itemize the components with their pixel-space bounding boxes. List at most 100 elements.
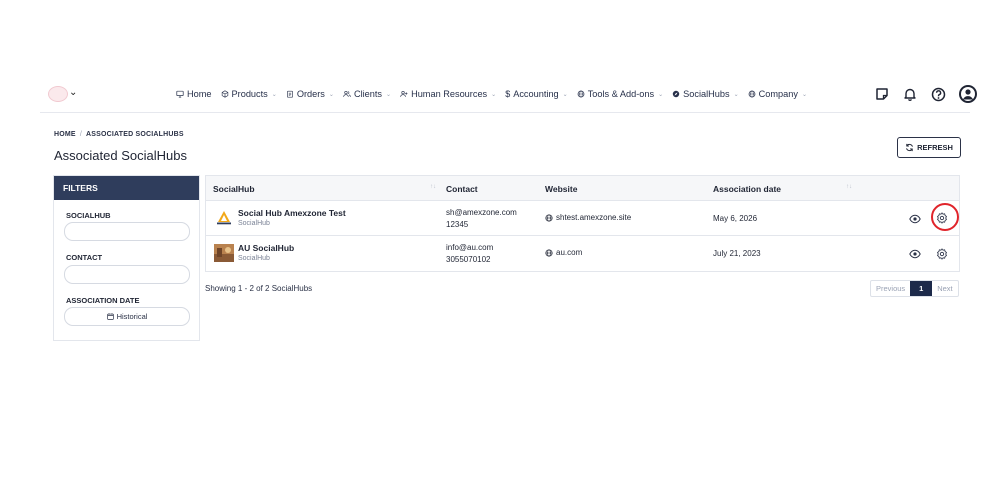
website-link[interactable]: au.com: [556, 248, 582, 257]
breadcrumb-current: ASSOCIATED SOCIALHUBS: [85, 131, 184, 138]
website-cell: shtest.amexzone.site: [545, 213, 631, 222]
calendar-icon: [106, 313, 114, 320]
association-date-filter-label: ASSOCIATION DATE: [66, 296, 140, 305]
column-association-date[interactable]: Association date: [713, 176, 781, 201]
contact-filter-label: CONTACT: [66, 253, 103, 262]
association-date-value: Historical: [116, 312, 148, 321]
bell-icon[interactable]: [902, 86, 918, 102]
socialhub-filter-label: SOCIALHUB: [66, 211, 111, 220]
column-website: Website: [545, 183, 578, 194]
nav-home[interactable]: Home: [176, 89, 212, 99]
sort-icon[interactable]: ↑↓: [846, 184, 852, 190]
association-date: May 6, 2026: [713, 214, 758, 223]
nav-accounting-label: Accounting: [513, 89, 559, 99]
socialhubs-table: SocialHub ↑↓ Contact Website Association…: [205, 175, 960, 272]
contact-email: sh@amexzone.com: [446, 208, 517, 217]
nav-products[interactable]: Products ⌄: [221, 89, 277, 99]
socialhub-name[interactable]: Social Hub Amexzone Test: [238, 208, 346, 218]
highlight-circle: [931, 203, 959, 231]
chevron-down-icon: ⌄: [271, 91, 277, 98]
monitor-icon: [176, 90, 184, 98]
breadcrumb: HOME / ASSOCIATED SOCIALHUBS: [54, 131, 184, 138]
chevron-down-icon: ⌄: [491, 91, 497, 98]
next-page-button[interactable]: Next: [932, 281, 957, 296]
nav-company-label: Company: [758, 89, 798, 99]
company-logo[interactable]: [48, 86, 68, 102]
contact-cell: info@au.com 3055070102: [446, 242, 493, 266]
nav-accounting[interactable]: $ Accounting ⌄: [505, 89, 568, 99]
filters-panel: FILTERS SOCIALHUB CONTACT ASSOCIATION DA…: [53, 175, 200, 341]
nav-orders-label: Orders: [296, 89, 325, 99]
view-eye-icon[interactable]: [909, 213, 921, 225]
contact-filter-input[interactable]: [64, 265, 190, 284]
nav-divider: [40, 112, 970, 113]
refresh-label: REFRESH: [917, 143, 953, 152]
filters-title: FILTERS: [54, 176, 199, 200]
column-socialhub[interactable]: SocialHub: [213, 176, 255, 201]
previous-page-button[interactable]: Previous: [871, 281, 910, 296]
help-icon[interactable]: [930, 86, 946, 102]
chevron-down-icon: ⌄: [562, 91, 568, 98]
column-contact: Contact: [446, 183, 478, 194]
socialhub-filter-input[interactable]: [64, 222, 190, 241]
globe-icon: [545, 248, 553, 257]
breadcrumb-home[interactable]: HOME: [54, 131, 76, 138]
page-title: Associated SocialHubs: [54, 148, 187, 163]
pagination: Previous 1 Next: [870, 280, 959, 297]
refresh-button[interactable]: REFRESH: [897, 137, 961, 158]
globe-icon: [748, 90, 756, 98]
refresh-icon: [906, 143, 914, 152]
website-link[interactable]: shtest.amexzone.site: [556, 213, 631, 222]
nav-tools-addons[interactable]: Tools & Add-ons ⌄: [577, 89, 663, 99]
results-count: Showing 1 - 2 of 2 SocialHubs: [205, 284, 313, 293]
user-plus-icon: [400, 91, 408, 97]
table-row: Social Hub Amexzone Test SocialHub sh@am…: [206, 201, 959, 236]
nav-human-resources[interactable]: Human Resources ⌄: [400, 89, 496, 99]
users-icon: [343, 91, 351, 97]
dollar-icon: $: [505, 89, 511, 99]
socialhub-photo: [214, 244, 234, 262]
contact-phone: 12345: [446, 220, 469, 229]
socialhub-type: SocialHub: [238, 255, 270, 262]
breadcrumb-separator: /: [79, 131, 82, 138]
cube-icon: [221, 90, 228, 98]
notes-icon[interactable]: [874, 86, 890, 102]
contact-phone: 3055070102: [446, 255, 491, 264]
contact-cell: sh@amexzone.com 12345: [446, 207, 517, 231]
association-date-picker[interactable]: Historical: [64, 307, 190, 326]
chevron-down-icon[interactable]: ⌄: [69, 87, 77, 98]
nav-orders[interactable]: Orders ⌄: [286, 89, 334, 99]
nav-products-label: Products: [231, 89, 268, 99]
nav-company[interactable]: Company ⌄: [748, 89, 807, 99]
nav-clients[interactable]: Clients ⌄: [343, 89, 391, 99]
settings-gear-icon[interactable]: [936, 248, 948, 260]
nav-clients-label: Clients: [353, 89, 383, 99]
clipboard-icon: [286, 90, 293, 98]
main-menu: Home Products ⌄ Orders ⌄ Clients ⌄ Human Re…: [176, 89, 807, 99]
website-cell: au.com: [545, 248, 582, 257]
contact-email: info@au.com: [446, 243, 494, 252]
socialhub-cell: Social Hub Amexzone Test SocialHub: [238, 208, 346, 227]
socialhub-type: SocialHub: [238, 220, 270, 227]
association-date: July 21, 2023: [713, 249, 761, 258]
nav-socialhubs[interactable]: SocialHubs ⌄: [672, 89, 739, 99]
nav-socialhubs-label: SocialHubs: [683, 89, 730, 99]
sort-icon[interactable]: ↑↓: [430, 184, 436, 190]
socialhub-logo-icon: [217, 211, 231, 225]
nav-human-resources-label: Human Resources: [411, 89, 488, 99]
chevron-down-icon: ⌄: [658, 91, 664, 98]
chevron-down-icon: ⌄: [733, 91, 739, 98]
page-1-button[interactable]: 1: [910, 281, 933, 296]
profile-icon[interactable]: [958, 84, 978, 104]
table-row: AU SocialHub SocialHub info@au.com 30550…: [206, 236, 959, 271]
chevron-down-icon: ⌄: [328, 91, 334, 98]
globe-icon: [545, 213, 553, 222]
nav-tools-addons-label: Tools & Add-ons: [587, 89, 655, 99]
chevron-down-icon: ⌄: [386, 91, 392, 98]
compass-icon: [672, 90, 680, 98]
nav-home-label: Home: [187, 89, 212, 99]
socialhub-cell: AU SocialHub SocialHub: [238, 243, 294, 262]
socialhub-name[interactable]: AU SocialHub: [238, 243, 294, 253]
view-eye-icon[interactable]: [909, 248, 921, 260]
globe-icon: [577, 90, 585, 98]
